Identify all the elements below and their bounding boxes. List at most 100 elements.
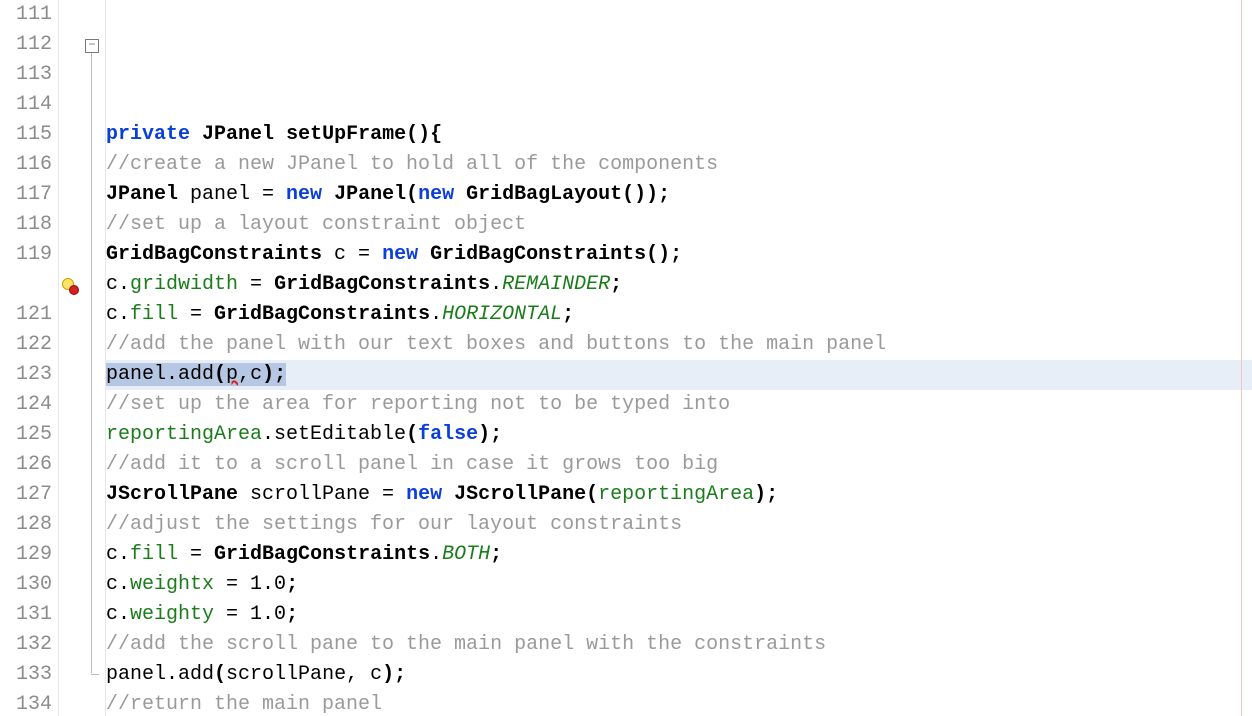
code-token: //add the panel with our text boxes and … [106,333,886,356]
code-token: ( [406,183,418,206]
code-token: scrollPane = [238,483,406,506]
code-token: ; [610,273,622,296]
code-line[interactable]: //set up the area for reporting not to b… [106,390,1252,420]
code-line[interactable]: c.weighty = 1.0; [106,600,1252,630]
code-line[interactable]: private JPanel setUpFrame(){ [106,120,1252,150]
code-line[interactable] [106,90,1252,120]
fold-toggle-icon[interactable]: − [85,39,99,53]
line-number[interactable]: 128 [0,510,52,540]
line-number[interactable]: 122 [0,330,52,360]
right-margin-line [1241,0,1252,716]
code-token: new [418,183,454,206]
code-line[interactable]: //return the main panel [106,690,1252,716]
line-number[interactable]: 115 [0,120,52,150]
line-number[interactable]: 133 [0,660,52,690]
code-line[interactable]: JScrollPane scrollPane = new JScrollPane… [106,480,1252,510]
code-token: = [214,573,250,596]
line-number[interactable]: 127 [0,480,52,510]
code-line[interactable]: JPanel panel = new JPanel(new GridBagLay… [106,180,1252,210]
error-lightbulb-icon[interactable] [61,277,77,293]
code-token: private [106,123,190,146]
code-line[interactable]: //adjust the settings for our layout con… [106,510,1252,540]
code-token: weighty [130,603,214,626]
code-token: (){ [406,123,442,146]
line-number[interactable]: 114 [0,90,52,120]
line-number[interactable] [0,270,52,300]
code-token: panel.add [106,363,214,386]
line-number[interactable]: 113 [0,60,52,90]
code-token: = [214,603,250,626]
code-token: c. [106,273,130,296]
line-number[interactable]: 131 [0,600,52,630]
code-token: (); [646,243,682,266]
code-token: JPanel [106,183,178,206]
code-line[interactable]: panel.add(scrollPane, c); [106,660,1252,690]
code-token: p [226,363,238,386]
code-token: GridBagConstraints [430,243,646,266]
code-token: ()); [622,183,670,206]
code-token: //add it to a scroll panel in case it gr… [106,453,718,476]
line-number[interactable]: 129 [0,540,52,570]
code-token: new [382,243,418,266]
code-token: JScrollPane [454,483,586,506]
code-token: c. [106,603,130,626]
code-token: setUpFrame [286,123,406,146]
fold-column[interactable]: − [79,0,106,716]
code-line[interactable]: reportingArea.setEditable(false); [106,420,1252,450]
code-token: JPanel [202,123,274,146]
line-number[interactable]: 117 [0,180,52,210]
code-token: gridwidth [130,273,238,296]
code-token: . [430,543,442,566]
line-number[interactable]: 112 [0,30,52,60]
code-line[interactable]: c.fill = GridBagConstraints.HORIZONTAL; [106,300,1252,330]
line-number-gutter[interactable]: 1111121131141151161171181191211221231241… [0,0,59,716]
line-number[interactable]: 130 [0,570,52,600]
code-line[interactable]: c.gridwidth = GridBagConstraints.REMAIND… [106,270,1252,300]
code-token: = [238,273,274,296]
line-number[interactable]: 123 [0,360,52,390]
code-token: reportingArea [598,483,754,506]
fold-guide-line [91,53,92,673]
line-number[interactable]: 125 [0,420,52,450]
code-line[interactable]: //set up a layout constraint object [106,210,1252,240]
code-token: JPanel [334,183,406,206]
code-editor[interactable]: 1111121131141151161171181191211221231241… [0,0,1252,716]
code-line[interactable]: c.weightx = 1.0; [106,570,1252,600]
code-line[interactable]: c.fill = GridBagConstraints.BOTH; [106,540,1252,570]
code-token: //return the main panel [106,693,382,716]
code-token: REMAINDER [502,273,610,296]
code-token: ); [754,483,778,506]
code-token: //adjust the settings for our layout con… [106,513,682,536]
code-token: panel.add [106,663,214,686]
code-token: ( [406,423,418,446]
marker-column[interactable] [59,0,79,716]
code-token [454,183,466,206]
code-line[interactable]: GridBagConstraints c = new GridBagConstr… [106,240,1252,270]
line-number[interactable]: 124 [0,390,52,420]
line-number[interactable]: 134 [0,690,52,716]
code-token: ( [214,363,226,386]
code-token: scrollPane, c [226,663,382,686]
line-number[interactable]: 121 [0,300,52,330]
line-number[interactable]: 119 [0,240,52,270]
code-token: 1.0 [250,573,286,596]
code-area[interactable]: private JPanel setUpFrame(){//create a n… [106,0,1252,716]
code-token [442,483,454,506]
code-token: GridBagConstraints [214,543,430,566]
code-line[interactable]: //add it to a scroll panel in case it gr… [106,450,1252,480]
code-token: = [178,303,214,326]
code-line[interactable]: //add the scroll pane to the main panel … [106,630,1252,660]
line-number[interactable]: 132 [0,630,52,660]
line-number[interactable]: 116 [0,150,52,180]
code-line[interactable]: panel.add(p,c); [106,360,1252,390]
line-number[interactable]: 111 [0,0,52,30]
code-token: . [490,273,502,296]
code-line[interactable]: //create a new JPanel to hold all of the… [106,150,1252,180]
line-number[interactable]: 118 [0,210,52,240]
code-token: c. [106,303,130,326]
code-token: .setEditable [262,423,406,446]
code-token: reportingArea [106,423,262,446]
code-token: new [406,483,442,506]
line-number[interactable]: 126 [0,450,52,480]
code-line[interactable]: //add the panel with our text boxes and … [106,330,1252,360]
